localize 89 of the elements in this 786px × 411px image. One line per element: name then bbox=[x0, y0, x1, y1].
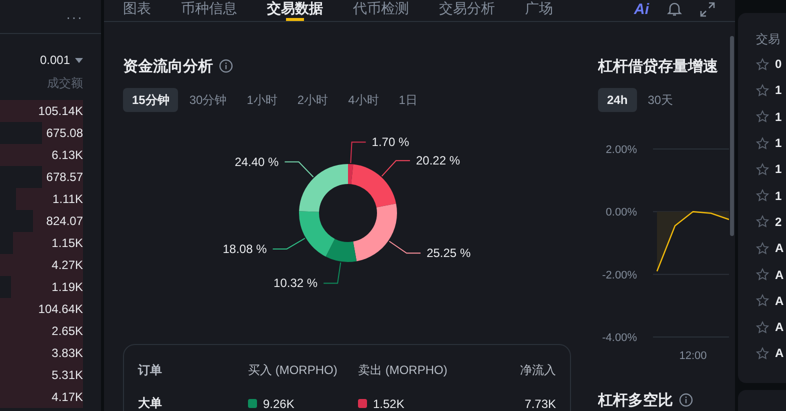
section-title: 资金流向分析 bbox=[123, 56, 213, 76]
period-tab[interactable]: 1小时 bbox=[238, 88, 286, 112]
caret-icon[interactable] bbox=[75, 58, 83, 62]
leader-line bbox=[284, 161, 314, 178]
slice-label: 24.40 % bbox=[234, 154, 279, 169]
star-icon[interactable] bbox=[756, 320, 769, 334]
pair-name[interactable]: A bbox=[775, 346, 784, 360]
info-icon[interactable] bbox=[219, 59, 233, 73]
pair-name[interactable]: 1 bbox=[775, 110, 782, 124]
slice-label: 25.25 % bbox=[426, 246, 471, 260]
leader-line bbox=[350, 142, 366, 164]
star-icon[interactable] bbox=[756, 110, 769, 124]
pair-name[interactable]: 1 bbox=[775, 188, 782, 203]
star-icon[interactable] bbox=[756, 162, 769, 176]
pair-name[interactable]: A bbox=[775, 268, 784, 282]
star-icon[interactable] bbox=[756, 294, 769, 308]
axis-label: 2.00% bbox=[606, 144, 637, 156]
column-header: 净流入 bbox=[519, 362, 556, 379]
period-tab[interactable]: 2小时 bbox=[288, 88, 338, 112]
pair-name[interactable]: A bbox=[775, 294, 784, 308]
period-tab[interactable]: 30分钟 bbox=[180, 88, 236, 112]
period-tab[interactable]: 24h bbox=[598, 88, 637, 112]
axis-label: -4.00% bbox=[602, 332, 637, 344]
pair-name[interactable]: A bbox=[775, 241, 784, 256]
pair-name[interactable]: 1 bbox=[775, 136, 782, 150]
precision-select[interactable]: 0.001 bbox=[40, 53, 70, 67]
amount-text: 1.19K bbox=[52, 279, 83, 296]
slice-label: 10.32 % bbox=[274, 276, 318, 290]
scrollbar[interactable] bbox=[730, 36, 734, 236]
amount-text: 824.07 bbox=[46, 213, 83, 230]
axis-label: 0.00% bbox=[606, 206, 637, 219]
pair-name[interactable]: 1 bbox=[775, 162, 782, 176]
star-icon[interactable] bbox=[756, 136, 769, 150]
amount-text: 3.83K bbox=[52, 345, 83, 362]
star-icon[interactable] bbox=[756, 268, 769, 282]
star-icon[interactable] bbox=[756, 215, 769, 228]
star-icon[interactable] bbox=[756, 58, 769, 71]
amount-text: 2.65K bbox=[52, 323, 83, 340]
pair-name[interactable]: A bbox=[775, 320, 784, 334]
pair-name[interactable]: 2 bbox=[775, 214, 782, 229]
star-icon[interactable] bbox=[756, 189, 769, 202]
table-cell-text: 大单 bbox=[138, 395, 163, 411]
leader-line bbox=[272, 238, 306, 250]
tab[interactable]: 代币检测 bbox=[353, 0, 409, 21]
amount-text: 104.64K bbox=[38, 301, 83, 318]
slice-label: 20.22 % bbox=[416, 154, 460, 168]
table-cell-text: 7.73K bbox=[524, 396, 556, 410]
column-header: 成交额 bbox=[46, 75, 84, 92]
period-tab[interactable]: 4小时 bbox=[339, 88, 388, 112]
leader-line bbox=[381, 160, 410, 177]
more-icon[interactable]: ··· bbox=[66, 8, 83, 24]
ai-button[interactable]: Ai bbox=[634, 0, 649, 18]
slice-label: 18.08 % bbox=[222, 242, 267, 256]
amount-text: 5.31K bbox=[52, 367, 83, 384]
column-header: 订单 bbox=[138, 362, 163, 379]
expand-icon[interactable] bbox=[700, 2, 715, 16]
table-cell: 9.26K bbox=[248, 396, 358, 410]
amount-text: 1.15K bbox=[52, 235, 83, 252]
bell-icon[interactable] bbox=[667, 1, 682, 17]
tab[interactable]: 图表 bbox=[123, 0, 151, 21]
slice-label: 1.70 % bbox=[372, 135, 410, 150]
leader-line bbox=[388, 240, 422, 254]
axis-label: -2.00% bbox=[602, 269, 637, 282]
period-tab[interactable]: 1日 bbox=[390, 88, 426, 112]
pair-name[interactable]: 0 bbox=[775, 57, 782, 72]
period-tab[interactable]: 15分钟 bbox=[123, 88, 178, 112]
period-tab[interactable]: 30天 bbox=[638, 88, 682, 112]
tab[interactable]: 交易分析 bbox=[439, 0, 495, 21]
column-header: 买入 (MORPHO) bbox=[248, 362, 338, 379]
time-label: 12:00 bbox=[679, 350, 707, 362]
column-header: 卖出 (MORPHO) bbox=[358, 362, 448, 379]
tab[interactable]: 交易数据 bbox=[267, 0, 323, 21]
amount-text: 6.13K bbox=[52, 147, 83, 164]
star-icon[interactable] bbox=[756, 242, 769, 255]
amount-text: 678.57 bbox=[46, 169, 83, 186]
leader-line bbox=[323, 262, 342, 284]
column-header: 交易 bbox=[756, 31, 781, 48]
amount-text: 4.27K bbox=[52, 257, 83, 274]
star-icon[interactable] bbox=[756, 346, 769, 360]
table-cell: 1.52K bbox=[358, 396, 476, 410]
amount-text: 675.08 bbox=[46, 125, 83, 142]
amount-text: 105.14K bbox=[38, 103, 83, 120]
tab[interactable]: 币种信息 bbox=[181, 0, 237, 21]
pair-name[interactable]: 1 bbox=[775, 83, 782, 98]
amount-text: 4.17K bbox=[52, 389, 83, 406]
tab[interactable]: 广场 bbox=[525, 0, 553, 21]
info-icon[interactable] bbox=[679, 393, 693, 407]
amount-text: 1.11K bbox=[52, 191, 83, 208]
star-icon[interactable] bbox=[756, 84, 769, 97]
